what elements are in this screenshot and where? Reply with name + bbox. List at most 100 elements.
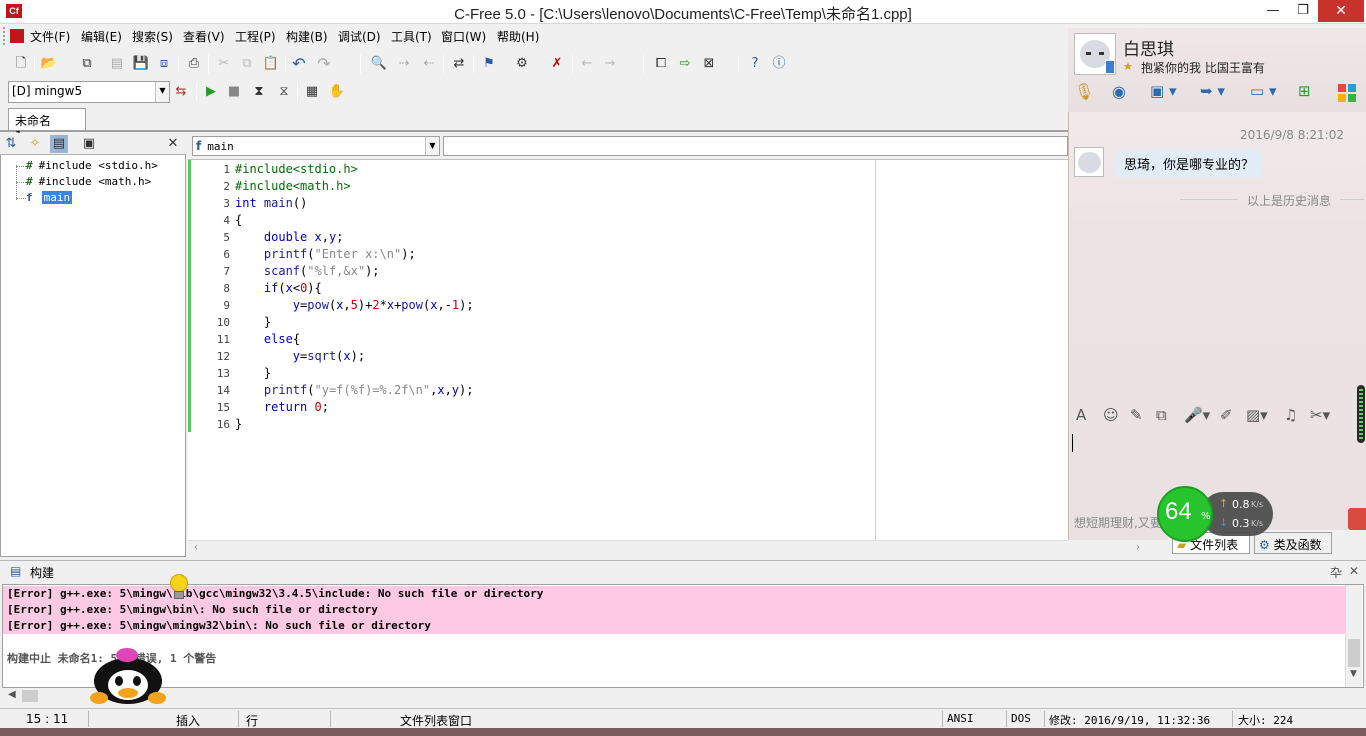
build-horizontal-scrollbar[interactable]: ◀ (2, 688, 1364, 704)
edit-icon[interactable]: ✐ (1220, 406, 1233, 424)
pin-icon[interactable]: 卆 (1330, 564, 1342, 581)
menu-build[interactable]: 构建(B) (286, 28, 328, 45)
scroll-right-icon[interactable]: › (1136, 542, 1140, 553)
help-icon[interactable]: ? (746, 55, 764, 73)
build-close-icon[interactable]: ✕ (1349, 564, 1359, 578)
error-line[interactable]: [Error] g++.exe: 5\mingw\bin\: No such f… (3, 602, 1345, 618)
magic-icon[interactable]: ✎ (1130, 406, 1143, 424)
emoji-icon[interactable]: ☺ (1103, 406, 1119, 424)
scroll-left-icon[interactable]: ◀ (8, 689, 16, 700)
menu-tools[interactable]: 工具(T) (391, 28, 432, 45)
print-icon[interactable]: ⎙ (185, 55, 203, 73)
close-button[interactable]: ✕ (1318, 0, 1364, 22)
bookmark-icon[interactable]: ⚑ (480, 55, 498, 73)
save-all-icon[interactable]: ⧈ (155, 55, 173, 73)
ad-hint[interactable]: 想短期理财,又要 (1074, 514, 1162, 531)
send-button[interactable] (1348, 508, 1366, 530)
compiler-settings-icon[interactable]: ⇆ (172, 83, 190, 101)
stop-icon[interactable]: ■ (225, 83, 243, 101)
video-call-icon[interactable]: ◉ (1112, 82, 1132, 104)
code-line[interactable]: 15 return 0; (188, 399, 1068, 416)
find-prev-icon[interactable]: ⇠ (420, 55, 438, 73)
font-icon[interactable]: A (1076, 406, 1086, 424)
code-line[interactable]: 10 } (188, 314, 1068, 331)
replace-icon[interactable]: ⇄ (450, 55, 468, 73)
error-line[interactable]: [Error] g++.exe: 5\mingw\lib\gcc\mingw32… (3, 586, 1345, 602)
open-folder-icon[interactable]: 📂 (40, 55, 58, 73)
export-icon[interactable]: ⇨ (676, 55, 694, 73)
code-line[interactable]: 11 else{ (188, 331, 1068, 348)
undo-icon[interactable]: ↶ (290, 55, 308, 73)
code-line[interactable]: 9 y=pow(x,5)+2*x+pow(x,-1); (188, 297, 1068, 314)
build-vertical-scrollbar[interactable]: ▼ (1345, 585, 1362, 687)
qq-penguin-icon[interactable] (90, 648, 166, 706)
menu-help[interactable]: 帮助(H) (497, 28, 539, 45)
code-line[interactable]: 2 #include<math.h> (188, 178, 1068, 195)
rebuild-icon[interactable]: ▦ (303, 83, 321, 101)
prev-icon[interactable]: ← (578, 55, 596, 73)
menu-file[interactable]: 文件(F) (30, 28, 70, 45)
scroll-thumb[interactable] (22, 690, 38, 702)
sort-icon[interactable]: ⇅ (2, 135, 20, 153)
compile-icon[interactable]: ⧗ (250, 83, 268, 101)
scroll-thumb[interactable] (1348, 639, 1360, 667)
save-icon[interactable]: 💾 (132, 55, 150, 73)
code-editor[interactable]: 1 #include<stdio.h> 2 #include<math.h> 3 int … (188, 159, 1068, 541)
code-line[interactable]: 12 y=sqrt(x); (188, 348, 1068, 365)
menu-view[interactable]: 查看(V) (183, 28, 225, 45)
tree-item-include-stdio[interactable]: # #include <stdio.h> (26, 159, 158, 172)
paste-icon[interactable]: 📋 (262, 55, 280, 73)
filter-icon[interactable]: ✧ (26, 135, 44, 153)
voice-message-icon[interactable]: 🎤▾ (1184, 406, 1210, 424)
code-line[interactable]: 16} (188, 416, 1068, 433)
info-icon[interactable]: ⓘ (770, 55, 788, 73)
goto-icon[interactable]: ⚙ (513, 55, 531, 73)
code-line[interactable]: 1 #include<stdio.h> (188, 161, 1068, 178)
contact-avatar[interactable] (1074, 33, 1116, 75)
shake-icon[interactable]: ⧉ (1156, 406, 1167, 424)
open-project-icon[interactable]: ⧉ (78, 55, 96, 73)
maximize-button[interactable]: ❐ (1288, 0, 1318, 22)
image-icon[interactable]: ▨▾ (1246, 406, 1268, 424)
panel-close-icon[interactable]: ✕ (164, 135, 182, 153)
voice-call-icon[interactable]: 🎙 (1074, 82, 1094, 104)
cut-icon[interactable]: ✂ (215, 55, 233, 73)
next-icon[interactable]: → (601, 55, 619, 73)
detail-view-icon[interactable]: ▣ (80, 135, 98, 153)
copy-icon[interactable]: ⧉ (238, 55, 256, 73)
code-line[interactable]: 5 double x,y; (188, 229, 1068, 246)
send-file-icon[interactable]: ➥ ▾ (1200, 82, 1234, 104)
code-line[interactable]: 13 } (188, 365, 1068, 382)
scroll-down-icon[interactable]: ▼ (1350, 669, 1357, 679)
new-file-icon[interactable]: 🗋 (12, 55, 30, 73)
speed-widget[interactable]: 64 % ↑ 0.8 K/s ↓ 0.3 K/s (1157, 486, 1273, 542)
code-line[interactable]: 14 printf("y=f(%f)=%.2f\n",x,y); (188, 382, 1068, 399)
member-select[interactable] (443, 136, 1068, 156)
minimize-button[interactable]: — (1258, 0, 1288, 22)
debug-hand-icon[interactable]: ✋ (328, 83, 346, 101)
menu-project[interactable]: 工程(P) (235, 28, 276, 45)
build-output[interactable]: [Error] g++.exe: 5\mingw\lib\gcc\mingw32… (2, 584, 1364, 688)
create-group-icon[interactable]: ⊞ (1298, 82, 1320, 104)
run-icon[interactable]: ▶ (202, 83, 220, 101)
code-line[interactable]: 4{ (188, 212, 1068, 229)
menu-debug[interactable]: 调试(D) (338, 28, 381, 45)
menu-window[interactable]: 窗口(W) (441, 28, 486, 45)
code-line[interactable]: 3 int main() (188, 195, 1068, 212)
lightbulb-icon[interactable] (168, 574, 190, 602)
music-icon[interactable]: ♫ (1284, 406, 1297, 424)
find-next-icon[interactable]: ⇢ (395, 55, 413, 73)
list-view-icon[interactable]: ▤ (50, 135, 68, 153)
redo-icon[interactable]: ↷ (315, 55, 333, 73)
screen-share-icon[interactable]: ▭ ▾ (1250, 82, 1284, 104)
code-line[interactable]: 7 scanf("%lf,&x"); (188, 263, 1068, 280)
tree-item-include-math[interactable]: # #include <math.h> (26, 175, 151, 188)
build-icon[interactable]: ⧖ (275, 83, 293, 101)
window-icon[interactable]: ⧠ (652, 55, 670, 73)
code-line[interactable]: 8 if(x<0){ (188, 280, 1068, 297)
tree-item-main[interactable]: f main (26, 191, 73, 204)
function-select[interactable]: f main ▼ (192, 136, 440, 156)
apps-grid-icon[interactable] (1336, 82, 1358, 104)
remote-desktop-icon[interactable]: ▣ ▾ (1150, 82, 1184, 104)
compiler-select[interactable]: [D] mingw5 ▼ (8, 81, 170, 103)
